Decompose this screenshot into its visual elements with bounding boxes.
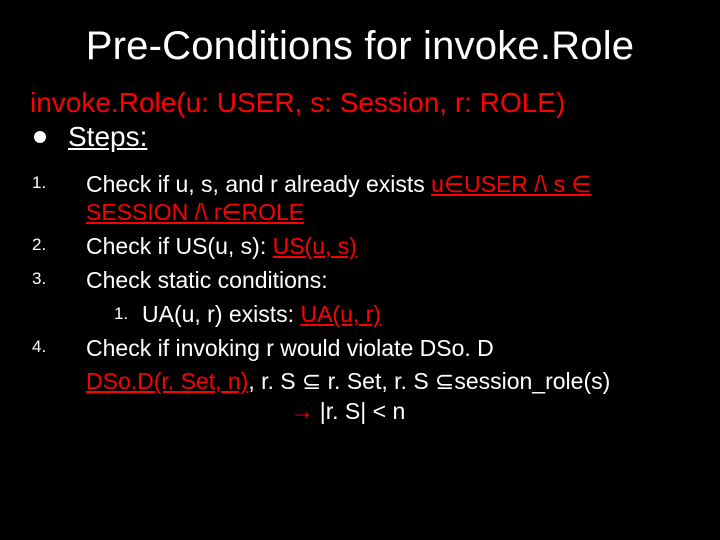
step-3-text: Check static conditions:: [86, 267, 328, 293]
step-4-conclusion: |r. S| < n: [320, 398, 405, 424]
steps-list: Check if u, s, and r already exists u∈US…: [30, 167, 690, 297]
step-2-cond: US(u, s): [273, 233, 357, 259]
step-4-rest: , r. S ⊆ r. Set, r. S ⊆session_role(s): [248, 368, 610, 394]
bullet-icon: [34, 131, 46, 143]
steps-list-cont: Check if invoking r would violate DSo. D: [30, 331, 690, 365]
step-4: Check if invoking r would violate DSo. D: [30, 331, 690, 365]
step-1-text: Check if u, s, and r already exists: [86, 171, 431, 197]
step-2: Check if US(u, s): US(u, s): [30, 229, 690, 263]
step-3-sub-text: UA(u, r) exists:: [142, 301, 300, 327]
step-4-dsod: DSo.D(r. Set, n): [86, 368, 248, 394]
slide-title: Pre-Conditions for invoke.Role: [30, 24, 690, 69]
slide: Pre-Conditions for invoke.Role invoke.Ro…: [0, 0, 720, 540]
step-2-text: Check if US(u, s):: [86, 233, 273, 259]
step-3: Check static conditions:: [30, 263, 690, 297]
steps-label: Steps:: [68, 121, 147, 153]
step-3-sub-num: 1.: [114, 304, 142, 325]
step-4-line2: DSo.D(r. Set, n), r. S ⊆ r. Set, r. S ⊆s…: [86, 367, 690, 395]
invoke-signature: invoke.Role(u: USER, s: Session, r: ROLE…: [30, 87, 690, 119]
step-4-text: Check if invoking r would violate DSo. D: [86, 335, 494, 361]
step-3-sub-cond: UA(u, r): [300, 301, 381, 327]
step-4-line3: →|r. S| < n: [86, 397, 690, 425]
step-1: Check if u, s, and r already exists u∈US…: [30, 167, 690, 229]
steps-header: Steps:: [30, 121, 690, 153]
arrow-icon: →: [291, 398, 314, 424]
step-3-sub: 1.UA(u, r) exists: UA(u, r): [114, 300, 690, 328]
